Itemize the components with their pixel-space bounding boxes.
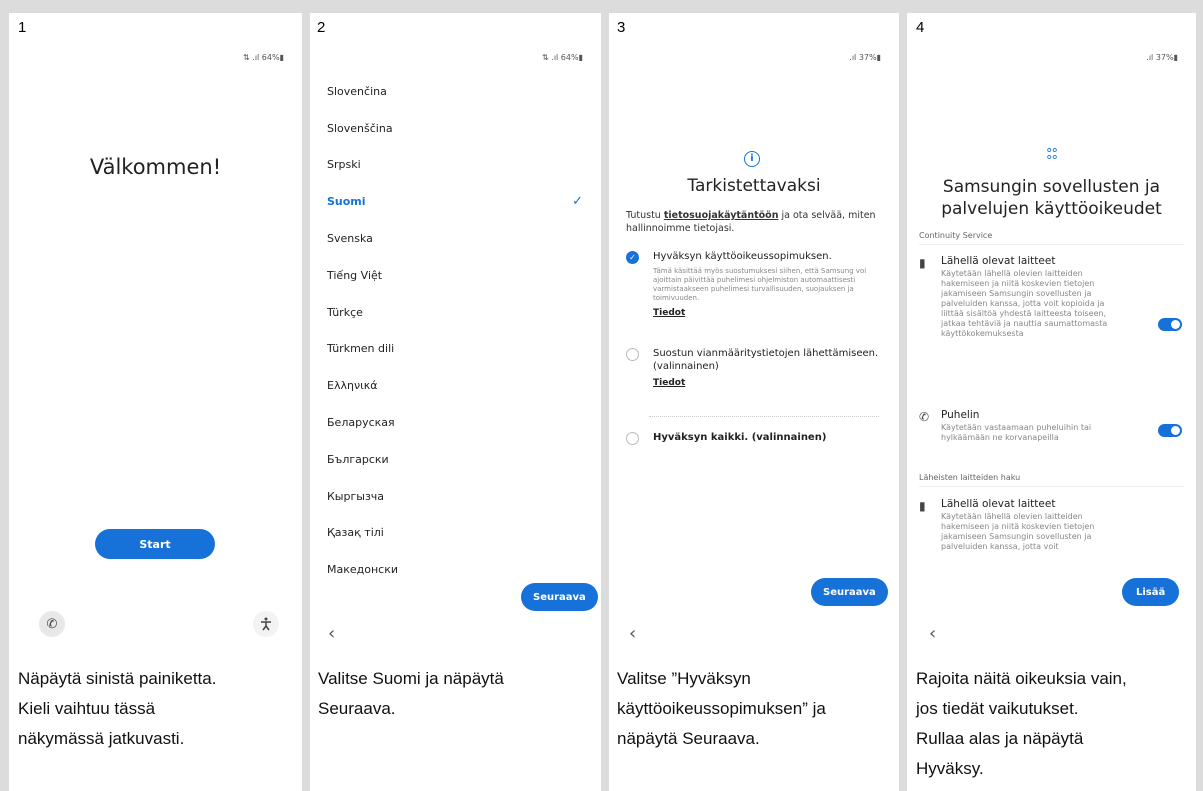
language-option[interactable]: Ελληνικά bbox=[327, 367, 583, 404]
eula-option[interactable]: ✓ Hyväksyn käyttöoikeussopimuksen. Tämä … bbox=[626, 250, 881, 318]
language-option[interactable]: Қазақ тілі bbox=[327, 515, 583, 552]
language-option[interactable]: Türkçe bbox=[327, 294, 583, 331]
language-option[interactable]: Беларуская bbox=[327, 404, 583, 441]
apps-icon: °° °° bbox=[1046, 147, 1058, 169]
next-button[interactable]: Seuraava bbox=[811, 578, 888, 606]
radio-icon[interactable] bbox=[626, 432, 639, 445]
checked-radio-icon[interactable]: ✓ bbox=[626, 251, 639, 264]
step-caption: Valitse Suomi ja näpäytä Seuraava. bbox=[318, 669, 504, 718]
language-option[interactable]: Slovenčina bbox=[327, 73, 583, 110]
check-icon: ✓ bbox=[572, 194, 583, 210]
phone-screen-permissions: .ıl 37%▮ °° °° Samsungin sovellusten ja p… bbox=[907, 43, 1196, 664]
diagnostics-option[interactable]: Suostun vianmääritystietojen lähettämise… bbox=[626, 347, 881, 388]
more-button[interactable]: Lisää bbox=[1122, 578, 1180, 606]
section-header: Läheisten laitteiden haku bbox=[919, 473, 1184, 487]
step-panel-1: 1 ⇅ .ıl 64%▮ Välkommen! Start ✆ Näpäytä … bbox=[9, 13, 302, 791]
phone-icon: ✆ bbox=[919, 410, 930, 424]
start-button[interactable]: Start bbox=[95, 529, 215, 559]
step-number: 3 bbox=[617, 19, 626, 36]
permission-item: ✆ Puhelin Käytetään vastaamaan puheluihi… bbox=[919, 409, 1092, 442]
back-chevron-icon[interactable]: ‹ bbox=[629, 623, 636, 644]
nearby-device-icon: ▮ bbox=[919, 256, 926, 270]
next-button[interactable]: Seuraava bbox=[521, 583, 598, 611]
intro-text: Tutustu tietosuojakäytäntöön ja ota selv… bbox=[626, 210, 876, 234]
permission-item: ▮ Lähellä olevat laitteet Käytetään lähe… bbox=[919, 255, 1108, 338]
divider bbox=[649, 416, 879, 417]
accessibility-icon[interactable] bbox=[253, 611, 279, 637]
step-number: 2 bbox=[317, 19, 326, 36]
status-bar: ⇅ .ıl 64%▮ bbox=[542, 53, 583, 62]
language-option[interactable]: Tiếng Việt bbox=[327, 257, 583, 294]
details-link[interactable]: Tiedot bbox=[653, 378, 881, 388]
back-chevron-icon[interactable]: ‹ bbox=[328, 623, 335, 644]
welcome-heading: Välkommen! bbox=[89, 155, 222, 179]
language-option[interactable]: Svenska bbox=[327, 220, 583, 257]
step-number: 4 bbox=[916, 19, 925, 36]
status-bar: .ıl 37%▮ bbox=[849, 53, 881, 62]
step-panel-2: 2 ⇅ .ıl 64%▮ Slovenčina Slovenščina Srps… bbox=[310, 13, 601, 791]
language-option[interactable]: Srpski bbox=[327, 147, 583, 184]
permission-toggle[interactable] bbox=[1158, 318, 1182, 331]
phone-screen-language: ⇅ .ıl 64%▮ Slovenčina Slovenščina Srpski… bbox=[310, 43, 601, 664]
language-option[interactable]: Türkmen dili bbox=[327, 331, 583, 368]
status-bar: ⇅ .ıl 64%▮ bbox=[243, 53, 284, 62]
status-bar: .ıl 37%▮ bbox=[1146, 53, 1178, 62]
language-list: Slovenčina Slovenščina Srpski Suomi ✓ Sve… bbox=[327, 73, 583, 588]
info-icon: i bbox=[744, 151, 760, 167]
page-title: Samsungin sovellusten ja palvelujen käyt… bbox=[941, 177, 1162, 219]
phone-screen-welcome: ⇅ .ıl 64%▮ Välkommen! Start ✆ bbox=[9, 43, 302, 664]
privacy-policy-link[interactable]: tietosuojakäytäntöön bbox=[664, 210, 779, 221]
step-caption: Valitse ”Hyväksyn käyttöoikeussopimuksen… bbox=[617, 669, 826, 748]
details-link[interactable]: Tiedot bbox=[653, 308, 881, 318]
phone-screen-terms: .ıl 37%▮ i Tarkistettavaksi Tutustu tiet… bbox=[609, 43, 899, 664]
language-option-selected[interactable]: Suomi ✓ bbox=[327, 183, 583, 220]
step-number: 1 bbox=[18, 19, 27, 36]
language-option[interactable]: Български bbox=[327, 441, 583, 478]
permission-item: ▮ Lähellä olevat laitteet Käytetään lähe… bbox=[919, 498, 1095, 551]
language-option[interactable]: Slovenščina bbox=[327, 110, 583, 147]
radio-icon[interactable] bbox=[626, 348, 639, 361]
step-caption: Rajoita näitä oikeuksia vain, jos tiedät… bbox=[916, 669, 1127, 778]
back-chevron-icon[interactable]: ‹ bbox=[929, 623, 936, 644]
step-caption: Näpäytä sinistä painiketta. Kieli vaihtu… bbox=[18, 669, 217, 748]
language-option[interactable]: Кыргызча bbox=[327, 478, 583, 515]
permission-toggle[interactable] bbox=[1158, 424, 1182, 437]
phone-icon[interactable]: ✆ bbox=[39, 611, 65, 637]
page-title: Tarkistettavaksi bbox=[687, 176, 821, 196]
step-panel-4: 4 .ıl 37%▮ °° °° Samsungin sovellusten ja… bbox=[907, 13, 1196, 791]
nearby-device-icon: ▮ bbox=[919, 499, 926, 513]
section-header: Continuity Service bbox=[919, 231, 1184, 245]
step-panel-3: 3 .ıl 37%▮ i Tarkistettavaksi Tutustu ti… bbox=[609, 13, 899, 791]
accept-all-option[interactable]: Hyväksyn kaikki. (valinnainen) bbox=[626, 431, 881, 445]
